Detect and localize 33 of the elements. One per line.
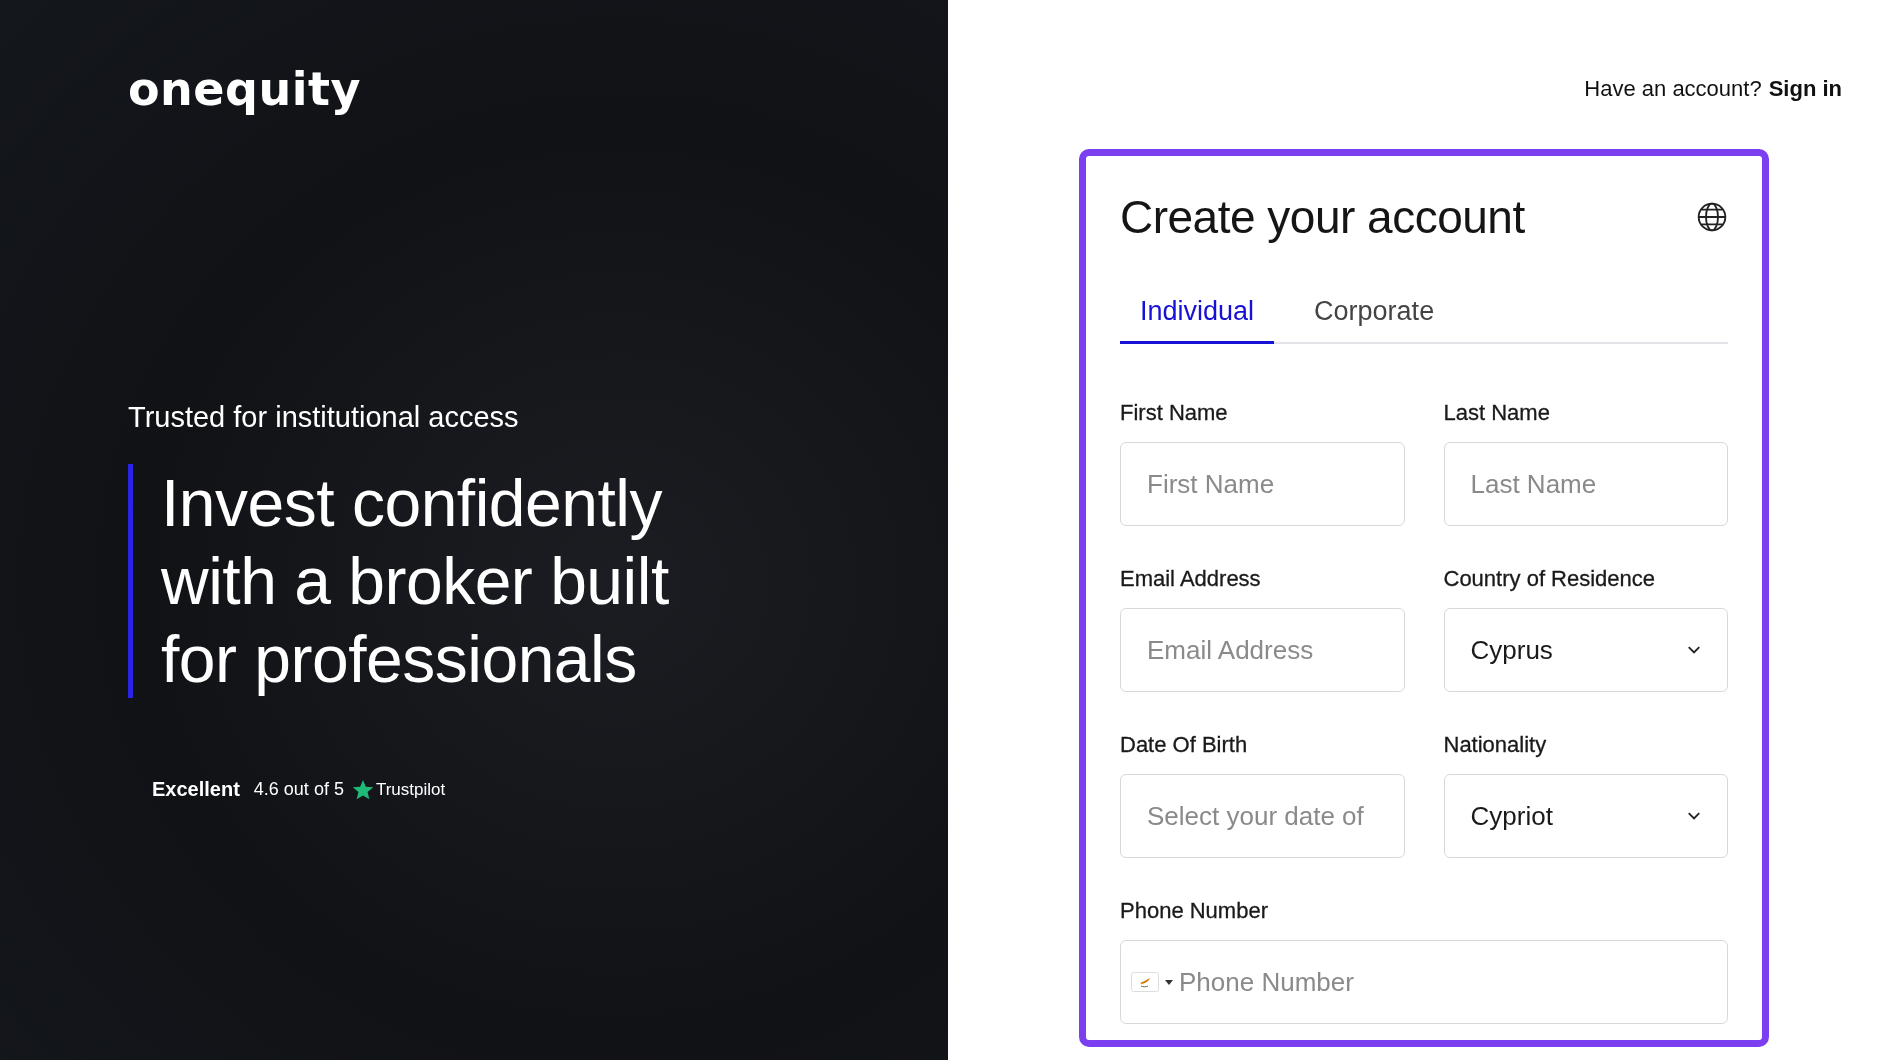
account-type-tab[interactable]: Individual <box>1120 284 1275 344</box>
sign-in-link[interactable]: Sign in <box>1768 76 1842 149</box>
field-label: Date Of Birth <box>1120 732 1249 758</box>
chevron-icon <box>1687 645 1701 655</box>
phone-field[interactable]: Phone Number <box>1120 940 1728 1024</box>
field-label: Email Address <box>1120 566 1262 592</box>
rating-score: 4.6 out of 5 <box>253 779 344 800</box>
account-type-tab[interactable]: Corporate <box>1294 284 1455 344</box>
field-label: Nationality <box>1443 732 1548 758</box>
chevron-icon <box>1687 811 1701 821</box>
account-prompt: Have an account? <box>1584 76 1762 103</box>
rating-label: Excellent <box>152 778 240 801</box>
field-label: First Name <box>1120 400 1229 426</box>
select-field[interactable]: Cyprus <box>1443 608 1728 692</box>
headline-line: for professionals <box>161 621 638 698</box>
trustpilot-label: Trustpilot <box>375 779 446 800</box>
star-icon <box>351 778 374 801</box>
tagline: Trusted for institutional access <box>128 401 520 434</box>
caret-icon <box>1165 979 1173 985</box>
input-field[interactable]: Last Name <box>1443 442 1728 526</box>
brand-logo[interactable]: onequity <box>128 62 948 116</box>
field-label: Last Name <box>1443 400 1551 426</box>
input-field[interactable]: Email Address <box>1120 608 1405 692</box>
input-field[interactable]: First Name <box>1120 442 1405 526</box>
flag-icon[interactable] <box>1131 972 1159 992</box>
globe-icon[interactable] <box>1696 201 1728 233</box>
headline-line: with a broker built <box>161 543 669 620</box>
form-title: Create your account <box>1120 190 1525 244</box>
headline-line: Invest confidently <box>161 465 664 542</box>
field-label: Phone Number <box>1120 898 1269 924</box>
input-field[interactable]: Select your date of <box>1120 774 1405 858</box>
field-label: Country of Residence <box>1443 566 1657 592</box>
select-field[interactable]: Cypriot <box>1443 774 1728 858</box>
